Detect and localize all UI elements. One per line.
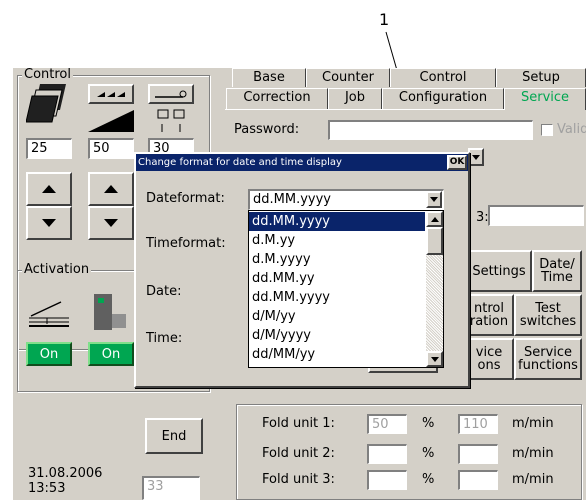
field3-input[interactable] [488, 205, 584, 226]
folder-entry-icon [29, 301, 69, 327]
settings-button[interactable]: Settings [466, 250, 532, 292]
service-functions-line2: functions [518, 358, 578, 373]
password-label: Password: [234, 122, 300, 137]
current-time: 13:53 [28, 481, 66, 496]
fold-unit-1-label: Fold unit 1: [262, 416, 335, 431]
fold-unit-1-percent[interactable]: 50 [367, 414, 407, 434]
fold-unit-3-speed[interactable] [458, 470, 498, 490]
dropdown-scrollbar[interactable] [426, 211, 443, 367]
service-options-line2: ons [477, 358, 501, 373]
time-label: Time: [146, 331, 183, 346]
chevron-down-icon [472, 154, 480, 160]
field3-label: 3: [476, 210, 489, 225]
dashed-arrow-icon [97, 92, 125, 97]
activation-on-button-2[interactable]: On [88, 342, 134, 366]
activation-group-title: Activation [22, 262, 92, 277]
dateformat-select[interactable]: dd.MM.yyyy [248, 189, 444, 210]
control-value-2[interactable]: 50 [88, 138, 134, 159]
lever-icon [155, 90, 187, 98]
dateformat-option[interactable]: dd.MM.yy [249, 269, 425, 288]
roller-gap-icon [157, 109, 185, 132]
down-arrow-icon [104, 219, 118, 227]
decrease-button-2[interactable] [88, 206, 134, 240]
fold-unit-2-speed-unit: m/min [512, 446, 554, 461]
sheet-stack-icon [26, 84, 66, 123]
up-arrow-icon [104, 185, 118, 193]
dateformat-option[interactable]: d/M/yyyy [249, 326, 425, 345]
fold-unit-3-speed-unit: m/min [512, 472, 554, 487]
test-switches-button[interactable]: Test switches [514, 294, 582, 336]
decrease-button-1[interactable] [26, 206, 72, 240]
scroll-down-button[interactable] [426, 351, 443, 367]
ramp-icon [88, 110, 134, 132]
control-group-title: Control [22, 67, 73, 82]
fold-unit-2-percent[interactable] [367, 444, 407, 464]
options-list: dd.MM.yyyy d.M.yy d.M.yyyy dd.MM.yy dd.MM.yy… [249, 212, 425, 364]
fold-unit-2-speed[interactable] [458, 444, 498, 464]
scroll-thumb[interactable] [426, 227, 443, 255]
tab-counter[interactable]: Counter [306, 68, 390, 87]
feeder-unit-icon [94, 294, 126, 330]
format-dialog: Change format for date and time display … [134, 152, 470, 388]
tab-base[interactable]: Base [232, 68, 306, 87]
increase-button-1[interactable] [26, 172, 72, 206]
timeformat-label: Timeformat: [146, 236, 226, 251]
service-functions-button[interactable]: Service functions [514, 338, 582, 380]
fold-unit-3-pct-unit: % [422, 472, 435, 487]
dateformat-dropdown-list: dd.MM.yyyy d.M.yy d.M.yyyy dd.MM.yy dd.MM.yy… [248, 210, 444, 368]
chevron-down-icon [430, 197, 438, 202]
control-config-button[interactable]: ntrol ration [464, 294, 514, 336]
dateformat-label: Dateformat: [146, 191, 225, 206]
tab-correction[interactable]: Correction [226, 88, 328, 109]
tab-configuration[interactable]: Configuration [382, 88, 504, 109]
valid-checkbox[interactable] [541, 124, 553, 136]
fold-unit-2-label: Fold unit 2: [262, 446, 335, 461]
activation-on-button-1[interactable]: On [26, 342, 72, 366]
tab-setup[interactable]: Setup [496, 68, 586, 87]
date-time-line2: Time [541, 270, 573, 285]
current-date: 31.08.2006 [28, 466, 103, 481]
dateformat-option[interactable]: d.M.yy [249, 231, 425, 250]
dropdown-peek[interactable] [468, 148, 484, 166]
increase-button-2[interactable] [88, 172, 134, 206]
password-input[interactable] [328, 120, 533, 140]
callout-number: 1 [379, 10, 390, 29]
fold-unit-3-label: Fold unit 3: [262, 472, 335, 487]
service-options-button[interactable]: vice ons [464, 338, 514, 380]
up-arrow-icon [42, 185, 56, 193]
fold-unit-1-pct-unit: % [422, 416, 435, 431]
scroll-up-button[interactable] [426, 211, 443, 227]
dateformat-option[interactable]: dd.MM.yyyy [249, 288, 425, 307]
control-value-1[interactable]: 25 [26, 138, 72, 159]
down-arrow-icon [42, 219, 56, 227]
pressure-mode-button[interactable] [148, 84, 194, 104]
dateformat-option[interactable]: dd/MM/yy [249, 345, 425, 364]
speed-mode-button[interactable] [88, 84, 134, 104]
bottom-counter: 33 [142, 476, 200, 500]
tab-job[interactable]: Job [328, 88, 382, 109]
dateformat-option[interactable]: dd.MM.yyyy [249, 212, 425, 231]
fold-unit-1-speed-unit: m/min [512, 416, 554, 431]
end-button[interactable]: End [145, 418, 203, 454]
date-label: Date: [146, 284, 182, 299]
dateformat-dropdown-button[interactable] [426, 191, 442, 208]
dateformat-option[interactable]: d/M/yy [249, 307, 425, 326]
scroll-up-icon [430, 216, 439, 222]
scroll-down-icon [430, 356, 439, 362]
dateformat-option[interactable]: d.M.yyyy [249, 250, 425, 269]
test-switches-line2: switches [519, 314, 577, 329]
fold-unit-2-pct-unit: % [422, 446, 435, 461]
fold-unit-3-percent[interactable] [367, 470, 407, 490]
dialog-title-ok-button[interactable]: OK [447, 155, 467, 170]
fold-unit-1-speed[interactable]: 110 [458, 414, 498, 434]
tab-service[interactable]: Service [504, 88, 586, 110]
date-time-button[interactable]: Date/ Time [532, 250, 582, 292]
dialog-title: Change format for date and time display [138, 157, 342, 168]
valid-label: Valid [557, 122, 586, 137]
dialog-title-bar: Change format for date and time display [136, 154, 468, 171]
control-config-line2: ration [469, 314, 509, 329]
tab-control[interactable]: Control [390, 68, 496, 87]
